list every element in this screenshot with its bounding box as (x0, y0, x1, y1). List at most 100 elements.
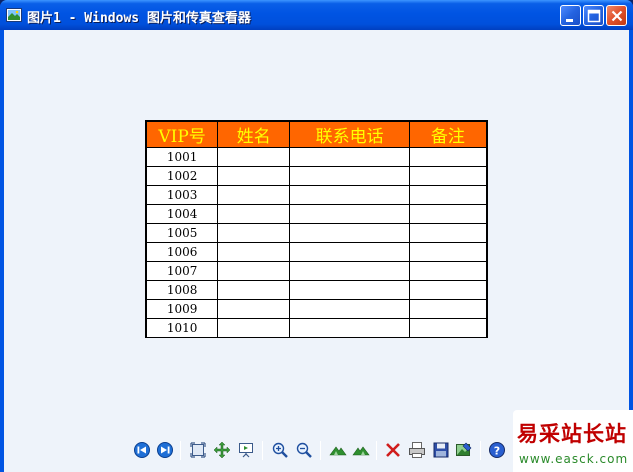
delete-button[interactable] (383, 440, 403, 460)
zoom-in-icon (272, 442, 288, 458)
slideshow-button[interactable] (236, 440, 256, 460)
window: 图片1 - Windows 图片和传真查看器 VIP号 姓名 联系电话 备注 1… (0, 0, 633, 472)
watermark-url: www.easck.com (519, 452, 629, 466)
actual-size-button[interactable] (212, 440, 232, 460)
print-button[interactable] (407, 440, 427, 460)
header-vip-number: VIP号 (145, 121, 219, 148)
vip-number-cell: 1009 (145, 299, 219, 319)
toolbar-separator (320, 441, 321, 460)
toolbar-separator (180, 441, 181, 460)
vip-number-cell: 1001 (145, 147, 219, 167)
title-bar[interactable]: 图片1 - Windows 图片和传真查看器 (0, 0, 633, 30)
name-cell (217, 185, 291, 205)
save-icon (433, 442, 449, 458)
name-cell (217, 223, 291, 243)
open-editor-button[interactable] (454, 440, 474, 460)
vip-number-cell: 1008 (145, 280, 219, 300)
toolbar-separator (480, 441, 481, 460)
previous-image-icon (134, 442, 150, 458)
minimize-button[interactable] (560, 5, 581, 26)
minimize-icon (566, 19, 573, 22)
maximize-button[interactable] (583, 5, 604, 26)
watermark-title: 易采站长站 (517, 421, 627, 446)
notes-cell (408, 318, 488, 338)
print-icon (409, 442, 425, 458)
table-row: 1007 (145, 261, 488, 281)
name-cell (217, 166, 291, 186)
close-icon (611, 10, 623, 22)
notes-cell (408, 280, 488, 300)
phone-cell (289, 204, 410, 224)
notes-cell (408, 299, 488, 319)
table-row: 1006 (145, 242, 488, 262)
table-row: 1005 (145, 223, 488, 243)
phone-cell (289, 299, 410, 319)
notes-cell (408, 242, 488, 262)
next-image-button[interactable] (155, 440, 175, 460)
rotate-clockwise-icon (329, 446, 347, 456)
window-title: 图片1 - Windows 图片和传真查看器 (27, 11, 251, 26)
phone-cell (289, 318, 410, 338)
save-button[interactable] (431, 440, 451, 460)
rotate-counterclockwise-button[interactable] (351, 440, 371, 460)
open-editor-icon (456, 442, 472, 456)
vip-number-cell: 1007 (145, 261, 219, 281)
name-cell (217, 147, 291, 167)
phone-cell (289, 280, 410, 300)
table-row: 1002 (145, 166, 488, 186)
name-cell (217, 204, 291, 224)
phone-cell (289, 261, 410, 281)
image-view-area: VIP号 姓名 联系电话 备注 1001 1002 1003 1004 1005… (4, 30, 629, 472)
displayed-image: VIP号 姓名 联系电话 备注 1001 1002 1003 1004 1005… (145, 120, 488, 338)
name-cell (217, 280, 291, 300)
rotate-counterclockwise-icon (352, 446, 370, 456)
vip-number-cell: 1010 (145, 318, 219, 338)
zoom-out-button[interactable] (294, 440, 314, 460)
notes-cell (408, 204, 488, 224)
zoom-in-button[interactable] (270, 440, 290, 460)
notes-cell (408, 185, 488, 205)
phone-cell (289, 147, 410, 167)
header-phone: 联系电话 (289, 121, 410, 148)
table-header-row: VIP号 姓名 联系电话 备注 (145, 121, 488, 148)
vip-number-cell: 1002 (145, 166, 219, 186)
vip-number-cell: 1003 (145, 185, 219, 205)
table-row: 1008 (145, 280, 488, 300)
help-icon: ? (489, 442, 505, 458)
toolbar-separator (376, 441, 377, 460)
phone-cell (289, 223, 410, 243)
notes-cell (408, 261, 488, 281)
table-row: 1004 (145, 204, 488, 224)
actual-size-icon (213, 441, 231, 459)
vip-table: VIP号 姓名 联系电话 备注 1001 1002 1003 1004 1005… (145, 121, 488, 338)
header-name: 姓名 (217, 121, 291, 148)
table-row: 1009 (145, 299, 488, 319)
vip-number-cell: 1004 (145, 204, 219, 224)
best-fit-button[interactable] (188, 440, 208, 460)
name-cell (217, 299, 291, 319)
site-watermark: 易采站长站 www.easck.com (513, 410, 633, 472)
notes-cell (408, 166, 488, 186)
svg-text:?: ? (494, 445, 500, 458)
help-button[interactable]: ? (487, 440, 507, 460)
next-image-icon (157, 442, 173, 458)
slideshow-icon (239, 443, 253, 458)
rotate-clockwise-button[interactable] (328, 440, 348, 460)
maximize-icon (587, 9, 601, 23)
phone-cell (289, 242, 410, 262)
picture-viewer-app-icon (6, 8, 22, 22)
toolbar-separator (262, 441, 263, 460)
notes-cell (408, 147, 488, 167)
table-row: 1010 (145, 318, 488, 338)
previous-image-button[interactable] (132, 440, 152, 460)
name-cell (217, 318, 291, 338)
phone-cell (289, 185, 410, 205)
table-row: 1003 (145, 185, 488, 205)
name-cell (217, 242, 291, 262)
close-button[interactable] (606, 5, 627, 26)
vip-number-cell: 1006 (145, 242, 219, 262)
zoom-out-icon (296, 442, 312, 458)
best-fit-icon (190, 442, 206, 458)
table-row: 1001 (145, 147, 488, 167)
vip-number-cell: 1005 (145, 223, 219, 243)
